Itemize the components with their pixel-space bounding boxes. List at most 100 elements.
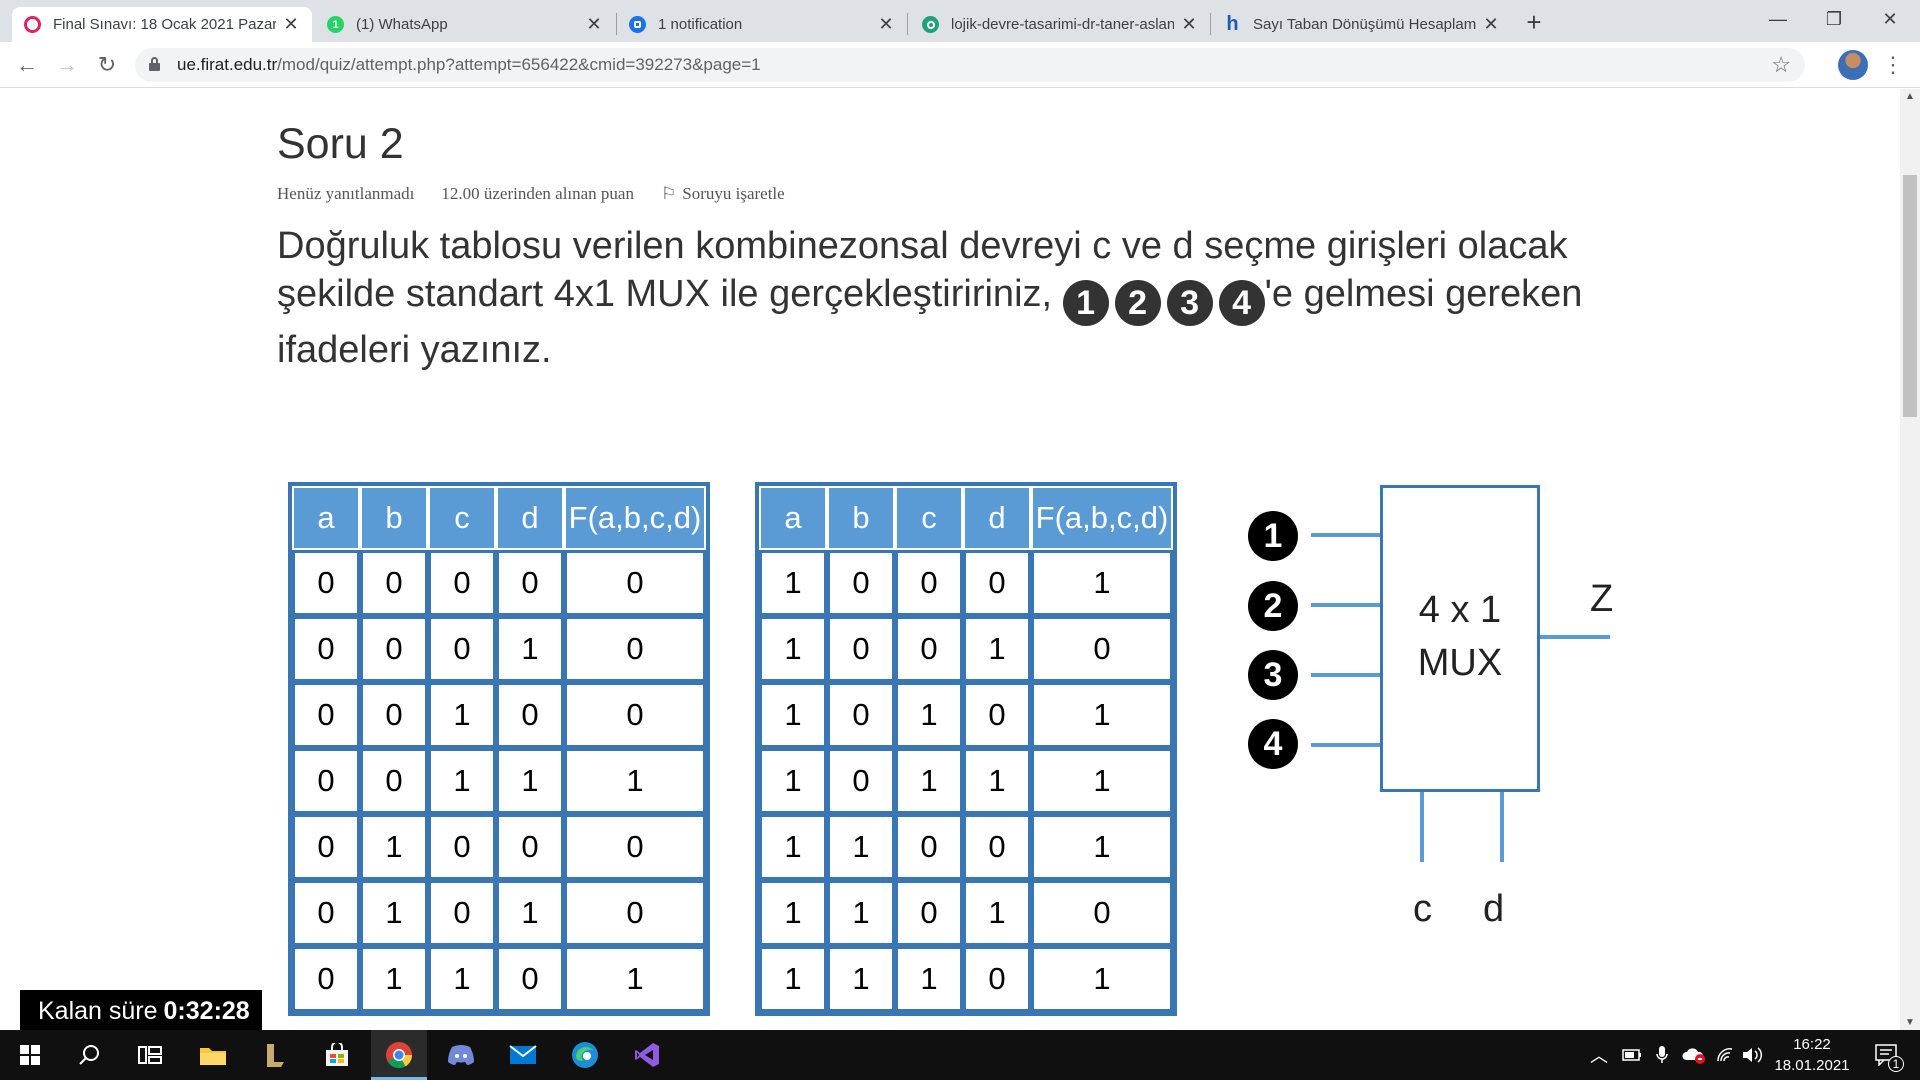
input-cell: 0 — [428, 880, 496, 946]
input-cell: 1 — [428, 748, 496, 814]
reload-button[interactable]: ↻ — [92, 50, 122, 80]
league-icon[interactable] — [247, 1030, 303, 1080]
question-status: Henüz yanıtlanmadı — [277, 184, 415, 203]
mail-icon[interactable] — [495, 1030, 551, 1080]
microphone-icon[interactable] — [1655, 1030, 1669, 1080]
close-icon[interactable]: ✕ — [282, 14, 300, 34]
input-cell: 0 — [895, 616, 963, 682]
close-icon[interactable]: ✕ — [877, 14, 895, 34]
scrollbar-thumb[interactable] — [1903, 175, 1917, 417]
table-header: b — [360, 486, 428, 550]
remaining-time: Kalan süre 0:32:28 — [20, 990, 262, 1032]
notification-count: 1 — [1888, 1056, 1904, 1072]
whatsapp-icon: 1 — [327, 16, 344, 33]
flag-icon[interactable]: ⚐ — [661, 184, 676, 204]
input-cell: 0 — [292, 682, 360, 748]
show-hidden-icons[interactable]: ︿ — [1590, 1030, 1608, 1080]
table-header: F(a,b,c,d) — [564, 486, 706, 550]
lock-icon[interactable] — [149, 57, 160, 71]
url-text[interactable]: ue.firat.edu.tr/mod/quiz/attempt.php?att… — [177, 55, 761, 75]
task-view-icon[interactable] — [122, 1030, 178, 1080]
bookmark-star-icon[interactable]: ☆ — [1771, 52, 1791, 78]
input-cell: 0 — [496, 550, 564, 616]
close-window-button[interactable]: ✕ — [1862, 0, 1918, 38]
discord-icon[interactable] — [433, 1030, 489, 1080]
store-icon[interactable] — [309, 1030, 365, 1080]
close-icon[interactable]: ✕ — [1180, 14, 1198, 34]
input-cell: 1 — [360, 814, 428, 880]
table-header: b — [827, 486, 895, 550]
input-cell: 1 — [759, 814, 827, 880]
select-wire — [1420, 792, 1424, 862]
table-header: c — [428, 486, 496, 550]
close-icon[interactable]: ✕ — [585, 14, 603, 34]
flag-question-link[interactable]: ⚐ Soruyu işaretle — [661, 184, 785, 204]
forward-button[interactable]: → — [52, 50, 82, 80]
back-button[interactable]: ← — [12, 50, 42, 80]
battery-icon[interactable] — [1622, 1030, 1642, 1080]
volume-icon[interactable] — [1742, 1030, 1764, 1080]
wifi-icon[interactable] — [1716, 1030, 1734, 1080]
scroll-down-icon[interactable]: ▼ — [1905, 1017, 1915, 1028]
input-cell: 0 — [895, 880, 963, 946]
chat-icon — [629, 16, 646, 33]
new-tab-button[interactable]: + — [1520, 7, 1548, 37]
table-header: c — [895, 486, 963, 550]
output-cell: 0 — [1031, 616, 1173, 682]
search-icon[interactable] — [62, 1030, 118, 1080]
tab-lojik-devre[interactable]: lojik-devre-tasarimi-dr-taner-aslan ✕ — [910, 7, 1210, 42]
chrome-icon[interactable] — [371, 1030, 427, 1080]
table-header: a — [292, 486, 360, 550]
table-row: 01000 — [292, 814, 706, 880]
file-explorer-icon[interactable] — [185, 1030, 241, 1080]
input-cell: 1 — [428, 946, 496, 1012]
output-cell: 1 — [564, 946, 706, 1012]
table-row: 10101 — [759, 682, 1173, 748]
visual-studio-icon[interactable] — [619, 1030, 675, 1080]
output-cell: 0 — [564, 616, 706, 682]
input-cell: 1 — [963, 748, 1031, 814]
input-cell: 0 — [963, 946, 1031, 1012]
onedrive-icon[interactable] — [1682, 1030, 1706, 1080]
table-row: 10001 — [759, 550, 1173, 616]
input-cell: 1 — [963, 616, 1031, 682]
mux-output-label: Z — [1590, 578, 1614, 620]
table-header: d — [496, 486, 564, 550]
input-cell: 1 — [496, 616, 564, 682]
tab-title: 1 notification — [658, 16, 743, 33]
doc-icon — [922, 16, 939, 33]
address-bar[interactable]: ue.firat.edu.tr/mod/quiz/attempt.php?att… — [135, 48, 1805, 82]
input-cell: 1 — [895, 946, 963, 1012]
input-cell: 0 — [292, 748, 360, 814]
table-row: 11010 — [759, 880, 1173, 946]
input-cell: 0 — [496, 814, 564, 880]
tab-sayi-taban[interactable]: h Sayı Taban Dönüşümü Hesaplama ✕ — [1212, 7, 1512, 42]
tab-title: lojik-devre-tasarimi-dr-taner-aslan — [951, 16, 1174, 33]
tab-final-sinavi[interactable]: Final Sınavı: 18 Ocak 2021 Pazartesi ✕ — [12, 7, 312, 42]
table-row: 01101 — [292, 946, 706, 1012]
notification-center-icon[interactable]: 1 — [1872, 1040, 1904, 1072]
input-cell: 0 — [292, 880, 360, 946]
windows-start-icon[interactable] — [2, 1030, 58, 1080]
minimize-button[interactable]: — — [1750, 0, 1806, 38]
input-cell: 1 — [759, 946, 827, 1012]
mux-input-1: 1 — [1248, 511, 1298, 561]
restore-button[interactable]: ❐ — [1806, 0, 1862, 38]
close-icon[interactable]: ✕ — [1482, 14, 1500, 34]
input-cell: 1 — [895, 748, 963, 814]
tab-whatsapp[interactable]: 1 (1) WhatsApp ✕ — [315, 7, 615, 42]
input-cell: 0 — [963, 814, 1031, 880]
edge-icon[interactable] — [557, 1030, 613, 1080]
system-clock[interactable]: 16:22 18.01.2021 — [1772, 1034, 1852, 1076]
input-cell: 1 — [496, 748, 564, 814]
input-cell: 0 — [963, 550, 1031, 616]
scroll-up-icon[interactable]: ▲ — [1905, 91, 1915, 102]
tab-strip: Final Sınavı: 18 Ocak 2021 Pazartesi ✕ 1… — [0, 0, 1920, 42]
profile-avatar[interactable] — [1838, 50, 1868, 80]
input-cell: 0 — [428, 616, 496, 682]
menu-kebab-icon[interactable]: ⋮ — [1882, 50, 1904, 80]
input-cell: 0 — [827, 550, 895, 616]
output-cell: 0 — [564, 880, 706, 946]
page-scrollbar[interactable]: ▲ ▼ — [1900, 89, 1920, 1030]
tab-notification[interactable]: 1 notification ✕ — [617, 7, 907, 42]
